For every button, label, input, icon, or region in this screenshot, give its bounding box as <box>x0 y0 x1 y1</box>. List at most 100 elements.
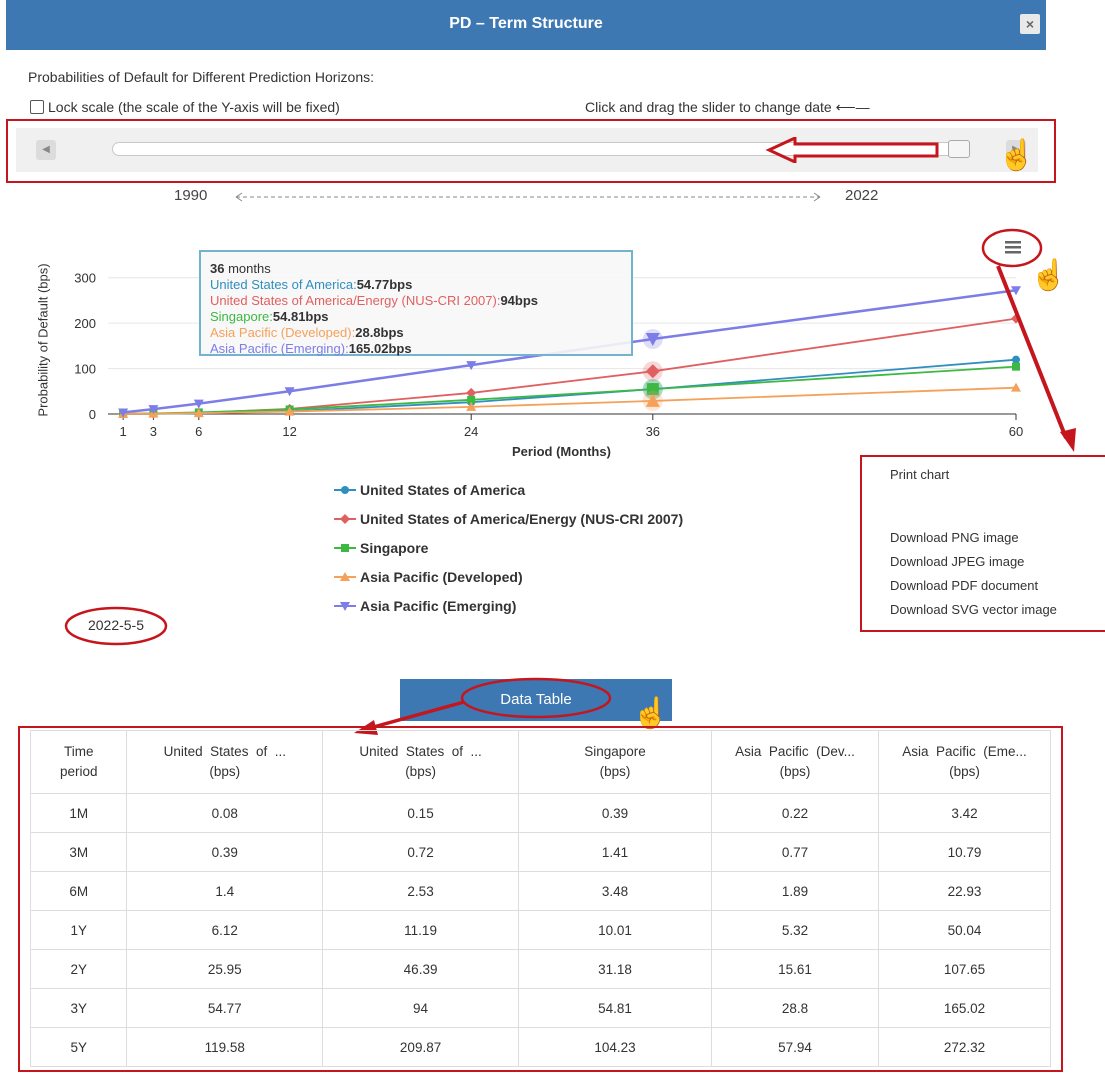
table-cell: 0.77 <box>711 832 880 872</box>
tooltip-period-unit: months <box>228 261 271 276</box>
slider-end-year: 2022 <box>845 187 879 204</box>
x-axis-label: Period (Months) <box>512 444 611 459</box>
drag-hint: Click and drag the slider to change date… <box>585 99 870 115</box>
table-cell: 25.95 <box>126 949 324 989</box>
table-cell: 3.48 <box>517 871 713 911</box>
tooltip-value: 94bps <box>500 293 539 308</box>
table-cell: 0.39 <box>126 832 324 872</box>
series-line <box>123 365 1017 415</box>
menu-item-pdf[interactable]: Download PDF document <box>890 578 1038 593</box>
legend-item[interactable]: Asia Pacific (Emerging) <box>334 598 516 616</box>
legend-item[interactable]: United States of America/Energy (NUS-CRI… <box>334 511 683 529</box>
data-table: Time period United States of ... (bps) Unite… <box>29 730 1051 1067</box>
table-cell: 10.79 <box>878 832 1051 872</box>
legend-symbol <box>334 602 356 611</box>
tooltip-series-label: Asia Pacific (Developed): <box>210 325 356 340</box>
legend-label: United States of America <box>360 482 526 498</box>
tooltip-line: United States of America/Energy (NUS-CRI… <box>210 293 622 309</box>
table-cell: 1.41 <box>517 832 713 872</box>
current-date: 2022-5-5 <box>87 617 145 633</box>
table-header[interactable]: Asia Pacific (Eme... (bps) <box>878 730 1051 794</box>
legend-symbol <box>334 514 356 524</box>
export-menu: Print chart Download PNG image Download … <box>860 455 1105 632</box>
slider-highlight-frame <box>6 119 1056 183</box>
legend-item[interactable]: United States of America <box>334 482 525 500</box>
year-range-arrow <box>235 192 821 202</box>
menu-item-png[interactable]: Download PNG image <box>890 530 1019 545</box>
table-cell: 0.22 <box>711 793 880 833</box>
table-cell: 6.12 <box>126 910 324 950</box>
table-header[interactable]: Asia Pacific (Dev... (bps) <box>711 730 880 794</box>
table-cell: 57.94 <box>711 1027 880 1067</box>
legend-symbol <box>334 544 356 552</box>
table-header[interactable]: United States of ... (bps) <box>322 730 519 794</box>
x-tick-label: 6 <box>195 424 202 439</box>
table-cell: 209.87 <box>322 1027 519 1067</box>
legend-marker <box>341 486 349 494</box>
table-cell: 50.04 <box>878 910 1051 950</box>
menu-item-jpeg[interactable]: Download JPEG image <box>890 554 1024 569</box>
table-cell: 11.19 <box>322 910 519 950</box>
table-cell: 5Y <box>29 1027 128 1067</box>
table-row: 1Y 6.12 11.19 10.01 5.32 50.04 <box>29 910 1051 950</box>
tooltip-series-label: Asia Pacific (Emerging): <box>210 341 349 356</box>
table-cell: 2Y <box>29 949 128 989</box>
menu-item-print[interactable]: Print chart <box>890 467 949 482</box>
lock-scale-checkbox[interactable] <box>30 100 44 114</box>
lock-scale-option[interactable]: Lock scale (the scale of the Y-axis will… <box>30 99 340 115</box>
table-cell: 0.39 <box>517 793 713 833</box>
y-axis-label: Probability of Default (bps) <box>35 263 51 417</box>
table-header[interactable]: United States of ... (bps) <box>126 730 324 794</box>
table-cell: 6M <box>29 871 128 911</box>
lock-scale-label: Lock scale (the scale of the Y-axis will… <box>48 99 340 115</box>
table-row: 2Y 25.95 46.39 31.18 15.61 107.65 <box>29 949 1051 989</box>
tooltip-series-label: Singapore: <box>210 309 273 324</box>
table-cell: 0.08 <box>126 793 324 833</box>
table-cell: 119.58 <box>126 1027 324 1067</box>
tooltip-series-label: United States of America: <box>210 277 357 292</box>
table-row: 6M 1.4 2.53 3.48 1.89 22.93 <box>29 871 1051 911</box>
table-cell: 1.89 <box>711 871 880 911</box>
table-cell: 1.4 <box>126 871 324 911</box>
tooltip-line: Asia Pacific (Emerging):165.02bps <box>210 341 622 357</box>
table-cell: 2.53 <box>322 871 519 911</box>
tooltip-line: United States of America:54.77bps <box>210 277 622 293</box>
table-row: 3Y 54.77 94 54.81 28.8 165.02 <box>29 988 1051 1028</box>
table-cell: 28.8 <box>711 988 880 1028</box>
dialog-titlebar: PD – Term Structure × <box>6 0 1046 50</box>
table-cell: 0.72 <box>322 832 519 872</box>
table-cell: 3M <box>29 832 128 872</box>
legend-item[interactable]: Asia Pacific (Developed) <box>334 569 523 587</box>
table-row: 5Y 119.58 209.87 104.23 57.94 272.32 <box>29 1027 1051 1067</box>
table-cell: 5.32 <box>711 910 880 950</box>
legend-symbol <box>334 486 356 494</box>
table-cell: 272.32 <box>878 1027 1051 1067</box>
table-cell: 3.42 <box>878 793 1051 833</box>
table-cell: 22.93 <box>878 871 1051 911</box>
y-tick-label: 300 <box>74 271 96 286</box>
y-tick-label: 100 <box>74 362 96 377</box>
series-line <box>123 358 1017 415</box>
legend-item[interactable]: Singapore <box>334 540 428 558</box>
table-header[interactable]: Singapore (bps) <box>517 730 713 794</box>
menu-item-svg[interactable]: Download SVG vector image <box>890 602 1057 617</box>
legend-label: Singapore <box>360 540 429 556</box>
table-cell: 54.81 <box>517 988 713 1028</box>
y-tick-label: 0 <box>89 407 96 422</box>
x-tick-label: 36 <box>646 424 660 439</box>
tooltip-series-label: United States of America/Energy (NUS-CRI… <box>210 293 501 308</box>
table-cell: 104.23 <box>517 1027 713 1067</box>
tooltip-value: 54.77bps <box>356 277 413 292</box>
close-button[interactable]: × <box>1020 14 1040 34</box>
table-cell: 1Y <box>29 910 128 950</box>
chart-legend: United States of America United States of… <box>334 482 754 622</box>
legend-marker <box>340 514 350 524</box>
tooltip-line: Asia Pacific (Developed):28.8bps <box>210 325 622 341</box>
tooltip-period-value: 36 <box>210 261 225 276</box>
table-cell: 46.39 <box>322 949 519 989</box>
table-cell: 0.15 <box>322 793 519 833</box>
table-cell: 54.77 <box>126 988 324 1028</box>
table-header[interactable]: Time period <box>29 730 128 794</box>
x-tick-label: 1 <box>120 424 127 439</box>
slider-start-year: 1990 <box>174 187 208 204</box>
